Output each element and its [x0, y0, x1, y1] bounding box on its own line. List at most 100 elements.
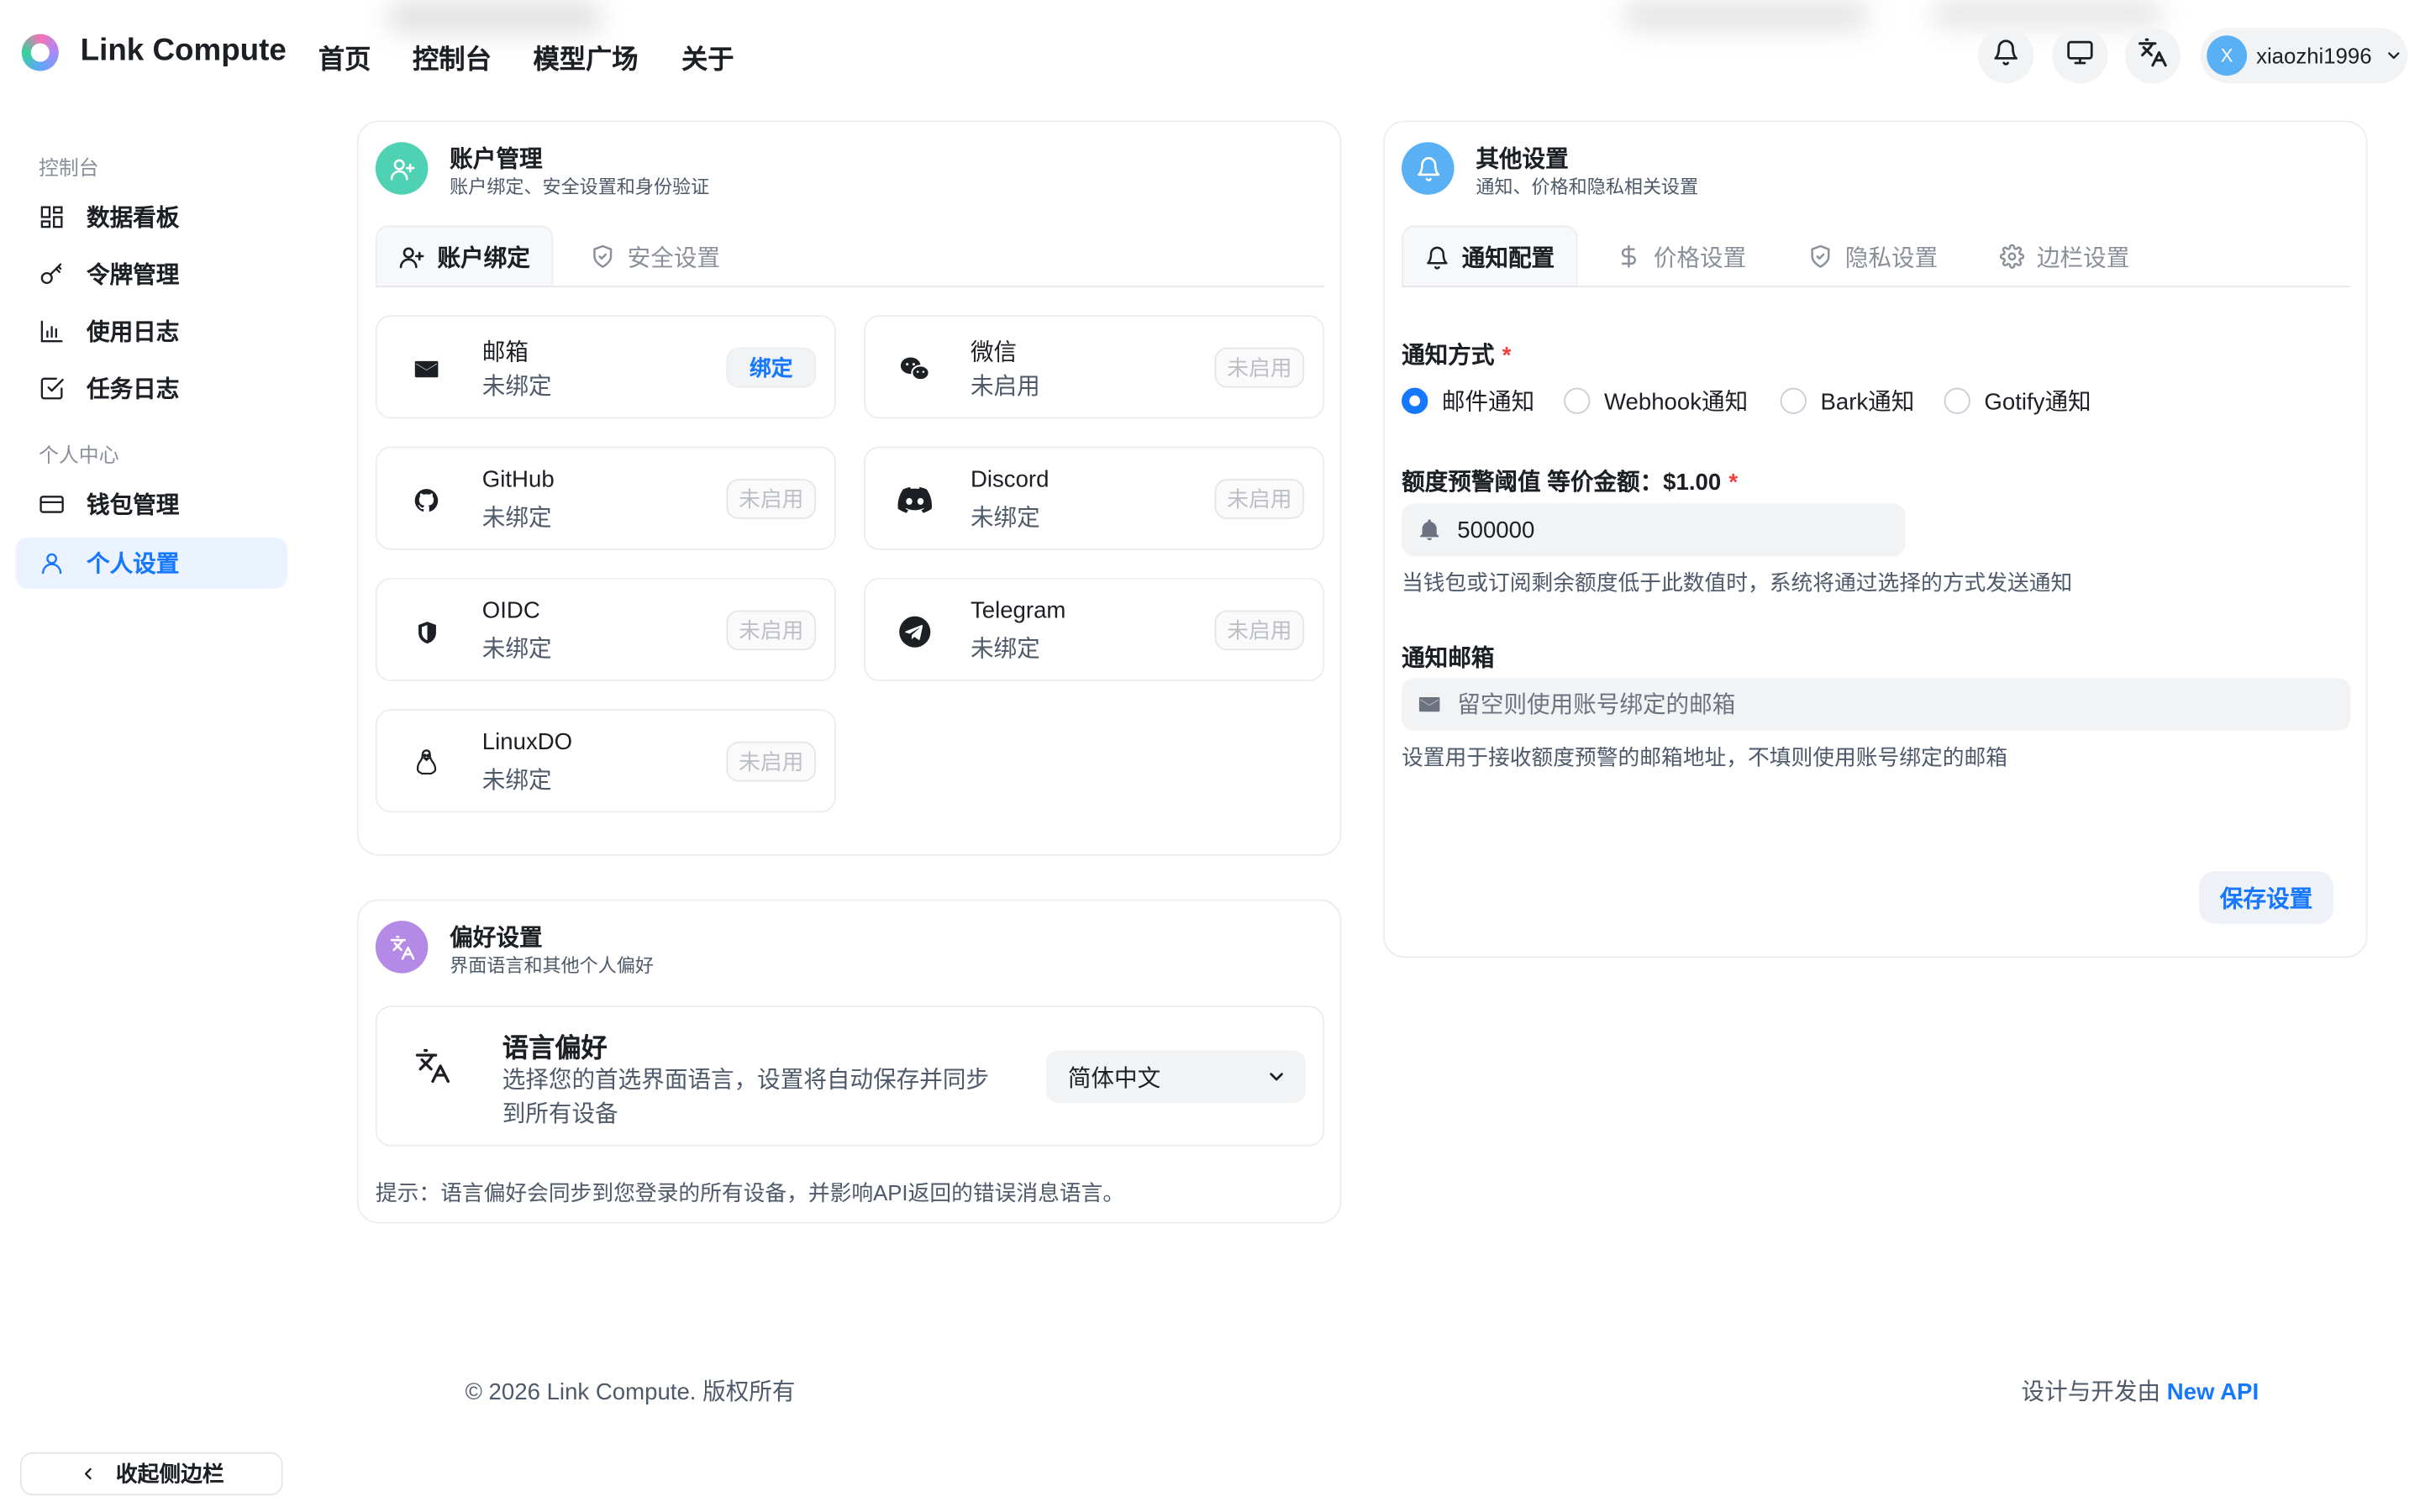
bind-github-button[interactable]: 未启用 — [726, 479, 817, 519]
tab-label: 价格设置 — [1653, 244, 1747, 271]
collapse-sidebar-button[interactable]: 收起侧边栏 — [19, 1452, 283, 1496]
bind-wechat-button[interactable]: 未启用 — [1214, 347, 1305, 388]
blurred-region — [1931, 0, 2164, 29]
chevron-left-icon — [79, 1464, 97, 1483]
grid-icon — [37, 203, 65, 231]
sidebar-item-label: 个人设置 — [86, 551, 180, 578]
theme-button[interactable] — [2052, 28, 2108, 84]
language-select-value: 简体中文 — [1067, 1065, 1161, 1092]
tab-privacy-settings[interactable]: 隐私设置 — [1786, 226, 1960, 288]
required-marker: * — [1502, 343, 1512, 370]
tab-account-binding[interactable]: 账户绑定 — [375, 225, 554, 288]
discord-icon — [897, 482, 934, 519]
preferences-card: 偏好设置 界面语言和其他个人偏好 语言偏好 选择您的首选界面语言，设置将自动保存… — [356, 899, 1342, 1224]
key-icon — [37, 260, 65, 288]
binding-telegram: Telegram 未绑定 未启用 — [864, 577, 1325, 682]
nav-model-square[interactable]: 模型广场 — [533, 37, 638, 76]
bind-email-button[interactable]: 绑定 — [726, 347, 817, 388]
nav-about[interactable]: 关于 — [681, 37, 734, 76]
mail-icon — [408, 350, 445, 387]
binding-name: OIDC — [481, 597, 540, 624]
bind-oidc-button[interactable]: 未启用 — [726, 610, 817, 651]
language-desc: 选择您的首选界面语言，设置将自动保存并同步 — [502, 1067, 990, 1095]
language-select[interactable]: 简体中文 — [1046, 1050, 1307, 1104]
radio-circle — [1564, 387, 1591, 414]
dollar-icon — [1617, 244, 1641, 269]
binding-email: 邮箱 未绑定 绑定 — [375, 315, 836, 419]
card-title: 偏好设置 — [450, 925, 543, 952]
tab-sidebar-settings[interactable]: 边栏设置 — [1978, 226, 2151, 288]
radio-webhook[interactable]: Webhook通知 — [1564, 385, 1748, 417]
shield-check-icon — [1808, 244, 1833, 269]
binding-wechat: 微信 未启用 未启用 — [864, 315, 1325, 419]
blurred-region — [1623, 0, 1870, 31]
bind-discord-button[interactable]: 未启用 — [1214, 479, 1305, 519]
binding-name: Discord — [970, 466, 1050, 493]
bind-linuxdo-button[interactable]: 未启用 — [726, 741, 817, 782]
tab-security-settings[interactable]: 安全设置 — [569, 226, 742, 288]
tab-notification-config[interactable]: 通知配置 — [1402, 225, 1578, 288]
tab-label: 隐私设置 — [1844, 244, 1939, 271]
wechat-icon — [897, 350, 934, 387]
new-api-link[interactable]: New API — [2167, 1379, 2259, 1405]
language-desc-cont: 到所有设备 — [502, 1101, 618, 1128]
radio-label: Webhook通知 — [1603, 389, 1749, 416]
tab-price-settings[interactable]: 价格设置 — [1595, 226, 1768, 288]
sidebar-group-personal: 个人中心 — [38, 443, 119, 467]
avatar: X — [2207, 35, 2248, 76]
sidebar-item-personal-settings[interactable]: 个人设置 — [15, 538, 288, 589]
binding-name: 微信 — [970, 339, 1018, 366]
required-marker: * — [1728, 470, 1739, 496]
notification-button[interactable] — [1978, 28, 2034, 84]
binding-oidc: OIDC 未绑定 未启用 — [375, 577, 836, 682]
user-icon — [37, 549, 65, 577]
radio-circle — [1780, 387, 1807, 414]
logo-icon[interactable] — [21, 34, 59, 71]
shield-check-icon — [591, 244, 615, 269]
sidebar-item-wallet[interactable]: 钱包管理 — [15, 479, 287, 530]
tab-label: 通知配置 — [1461, 245, 1555, 272]
binding-linuxdo: LinuxDO 未绑定 未启用 — [375, 709, 836, 813]
nav-home[interactable]: 首页 — [318, 37, 371, 76]
threshold-value[interactable] — [1457, 517, 1897, 543]
linux-icon — [408, 744, 445, 781]
chevron-down-icon — [2384, 46, 2402, 65]
sidebar-item-task-log[interactable]: 任务日志 — [15, 363, 287, 414]
radio-email[interactable]: 邮件通知 — [1402, 385, 1534, 417]
nav-console[interactable]: 控制台 — [413, 37, 492, 76]
binding-status: 未绑定 — [481, 636, 552, 663]
sidebar-item-tokens[interactable]: 令牌管理 — [15, 249, 287, 300]
chevron-down-icon — [1265, 1066, 1287, 1088]
threshold-input[interactable] — [1402, 503, 1906, 557]
github-icon — [408, 482, 445, 519]
app-root: Link Compute 首页 控制台 模型广场 关于 X xiaozhi199… — [0, 0, 2420, 1511]
notify-email-input[interactable] — [1402, 678, 2351, 731]
footer-credit: 设计与开发由 New API — [2022, 1375, 2260, 1408]
binding-status: 未绑定 — [970, 636, 1040, 663]
binding-name: Telegram — [970, 597, 1066, 624]
sidebar-item-usage-log[interactable]: 使用日志 — [15, 306, 287, 357]
bind-telegram-button[interactable]: 未启用 — [1214, 610, 1305, 651]
gear-icon — [1999, 244, 2025, 269]
binding-status: 未绑定 — [481, 768, 552, 795]
notify-email-field[interactable] — [1457, 690, 2297, 718]
binding-status: 未绑定 — [481, 505, 552, 532]
tab-label: 安全设置 — [627, 244, 721, 271]
user-plus-icon — [398, 244, 424, 270]
radio-circle-selected — [1402, 387, 1428, 414]
language-tip: 提示：语言偏好会同步到您登录的所有设备，并影响API返回的错误消息语言。 — [375, 1180, 1125, 1205]
radio-gotify[interactable]: Gotify通知 — [1944, 385, 2091, 417]
language-preference-panel: 语言偏好 选择您的首选界面语言，设置将自动保存并同步 到所有设备 简体中文 — [375, 1005, 1325, 1147]
card-subtitle: 通知、价格和隐私相关设置 — [1476, 176, 1699, 198]
mail-icon — [1417, 692, 1441, 717]
language-button[interactable] — [2124, 28, 2181, 84]
card-subtitle: 账户绑定、安全设置和身份验证 — [450, 176, 710, 198]
user-menu[interactable]: X xiaozhi1996 — [2200, 28, 2408, 84]
sidebar-item-dashboard[interactable]: 数据看板 — [15, 192, 287, 243]
brand-name[interactable]: Link Compute — [81, 34, 287, 69]
save-settings-button[interactable]: 保存设置 — [2199, 871, 2334, 924]
radio-bark[interactable]: Bark通知 — [1780, 385, 1915, 417]
radio-label: Bark通知 — [1820, 389, 1915, 416]
sidebar-item-label: 钱包管理 — [86, 492, 180, 519]
translate-icon — [2137, 36, 2168, 75]
